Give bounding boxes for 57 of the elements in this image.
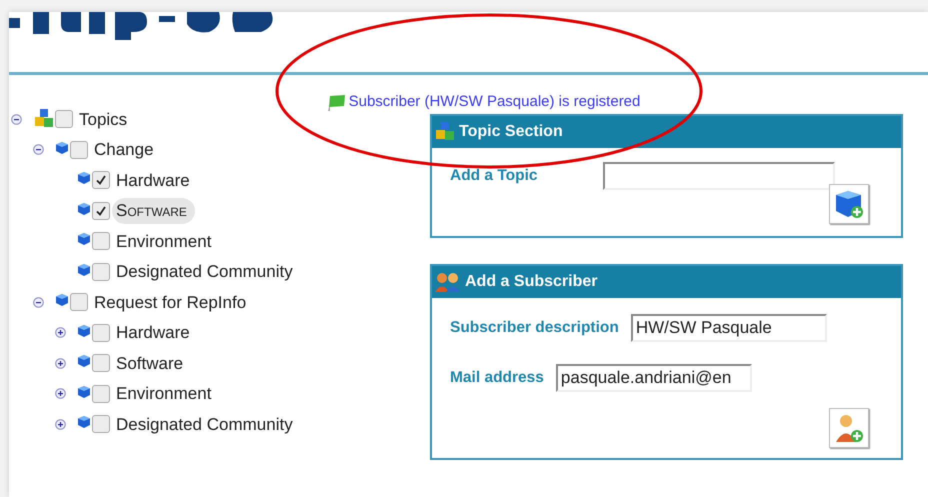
cube-icon (77, 324, 91, 338)
add-subscriber-button[interactable] (829, 408, 869, 448)
cube-icon (77, 262, 91, 277)
cube-icon (77, 384, 91, 399)
flag-icon (326, 94, 347, 112)
panel-title: Topic Section (459, 122, 563, 142)
checkbox[interactable] (92, 202, 110, 220)
tree-label[interactable]: Software (112, 198, 195, 224)
checkbox[interactable] (92, 262, 110, 281)
text-field[interactable] (603, 162, 835, 190)
panel-title: Add a Subscriber (465, 272, 598, 292)
checkbox[interactable] (70, 140, 88, 159)
cube-icon (77, 354, 91, 368)
tree-label[interactable]: Request for RepInfo (94, 290, 246, 315)
cube-icon (77, 415, 91, 430)
tree-label[interactable]: Hardware (116, 168, 190, 193)
expand-icon[interactable] (55, 388, 66, 400)
checkbox[interactable] (92, 384, 110, 403)
text-field[interactable]: pasquale.andriani@en (556, 364, 752, 392)
cube-icon (77, 171, 91, 186)
expand-icon[interactable] (55, 418, 66, 430)
field-label: Add a Topic (450, 166, 538, 186)
cube-icon (55, 293, 69, 308)
status-message: Subscriber (HW/SW Pasquale) is registered (348, 92, 640, 112)
tree-label[interactable]: Change (94, 137, 154, 162)
checkbox[interactable] (70, 293, 88, 312)
cubes-icon (434, 121, 456, 143)
text-field[interactable]: HW/SW Pasquale (630, 314, 827, 342)
tree-label[interactable]: Environment (116, 381, 212, 406)
tree-label[interactable]: Designated Community (116, 412, 293, 437)
add-cube-icon (834, 189, 864, 219)
add-topic-button[interactable] (829, 184, 869, 224)
field-label: Mail address (450, 368, 544, 388)
cube-icon (55, 140, 69, 155)
checkbox[interactable] (92, 232, 110, 250)
tree-label[interactable]: Hardware (116, 320, 190, 346)
tree-label[interactable]: Topics (79, 106, 128, 132)
collapse-icon[interactable] (11, 114, 22, 125)
tree-label[interactable]: Environment (116, 228, 212, 254)
checkbox[interactable] (55, 110, 73, 128)
checkbox[interactable] (92, 354, 110, 372)
check-icon (95, 204, 107, 217)
collapse-icon[interactable] (33, 296, 44, 308)
checkbox[interactable] (92, 324, 110, 342)
cube-icon (77, 202, 91, 216)
cube-icon (77, 232, 91, 246)
expand-icon[interactable] (55, 358, 66, 369)
collapse-icon[interactable] (33, 144, 44, 156)
add-person-icon (834, 413, 864, 443)
tree-label[interactable]: Designated Community (116, 259, 293, 284)
tree-label[interactable]: Software (116, 350, 184, 376)
people-icon (434, 271, 462, 293)
field-label: Subscriber description (450, 318, 619, 338)
checkbox[interactable] (92, 415, 110, 434)
checkbox[interactable] (92, 171, 110, 190)
check-icon (95, 174, 107, 186)
expand-icon[interactable] (55, 327, 66, 338)
